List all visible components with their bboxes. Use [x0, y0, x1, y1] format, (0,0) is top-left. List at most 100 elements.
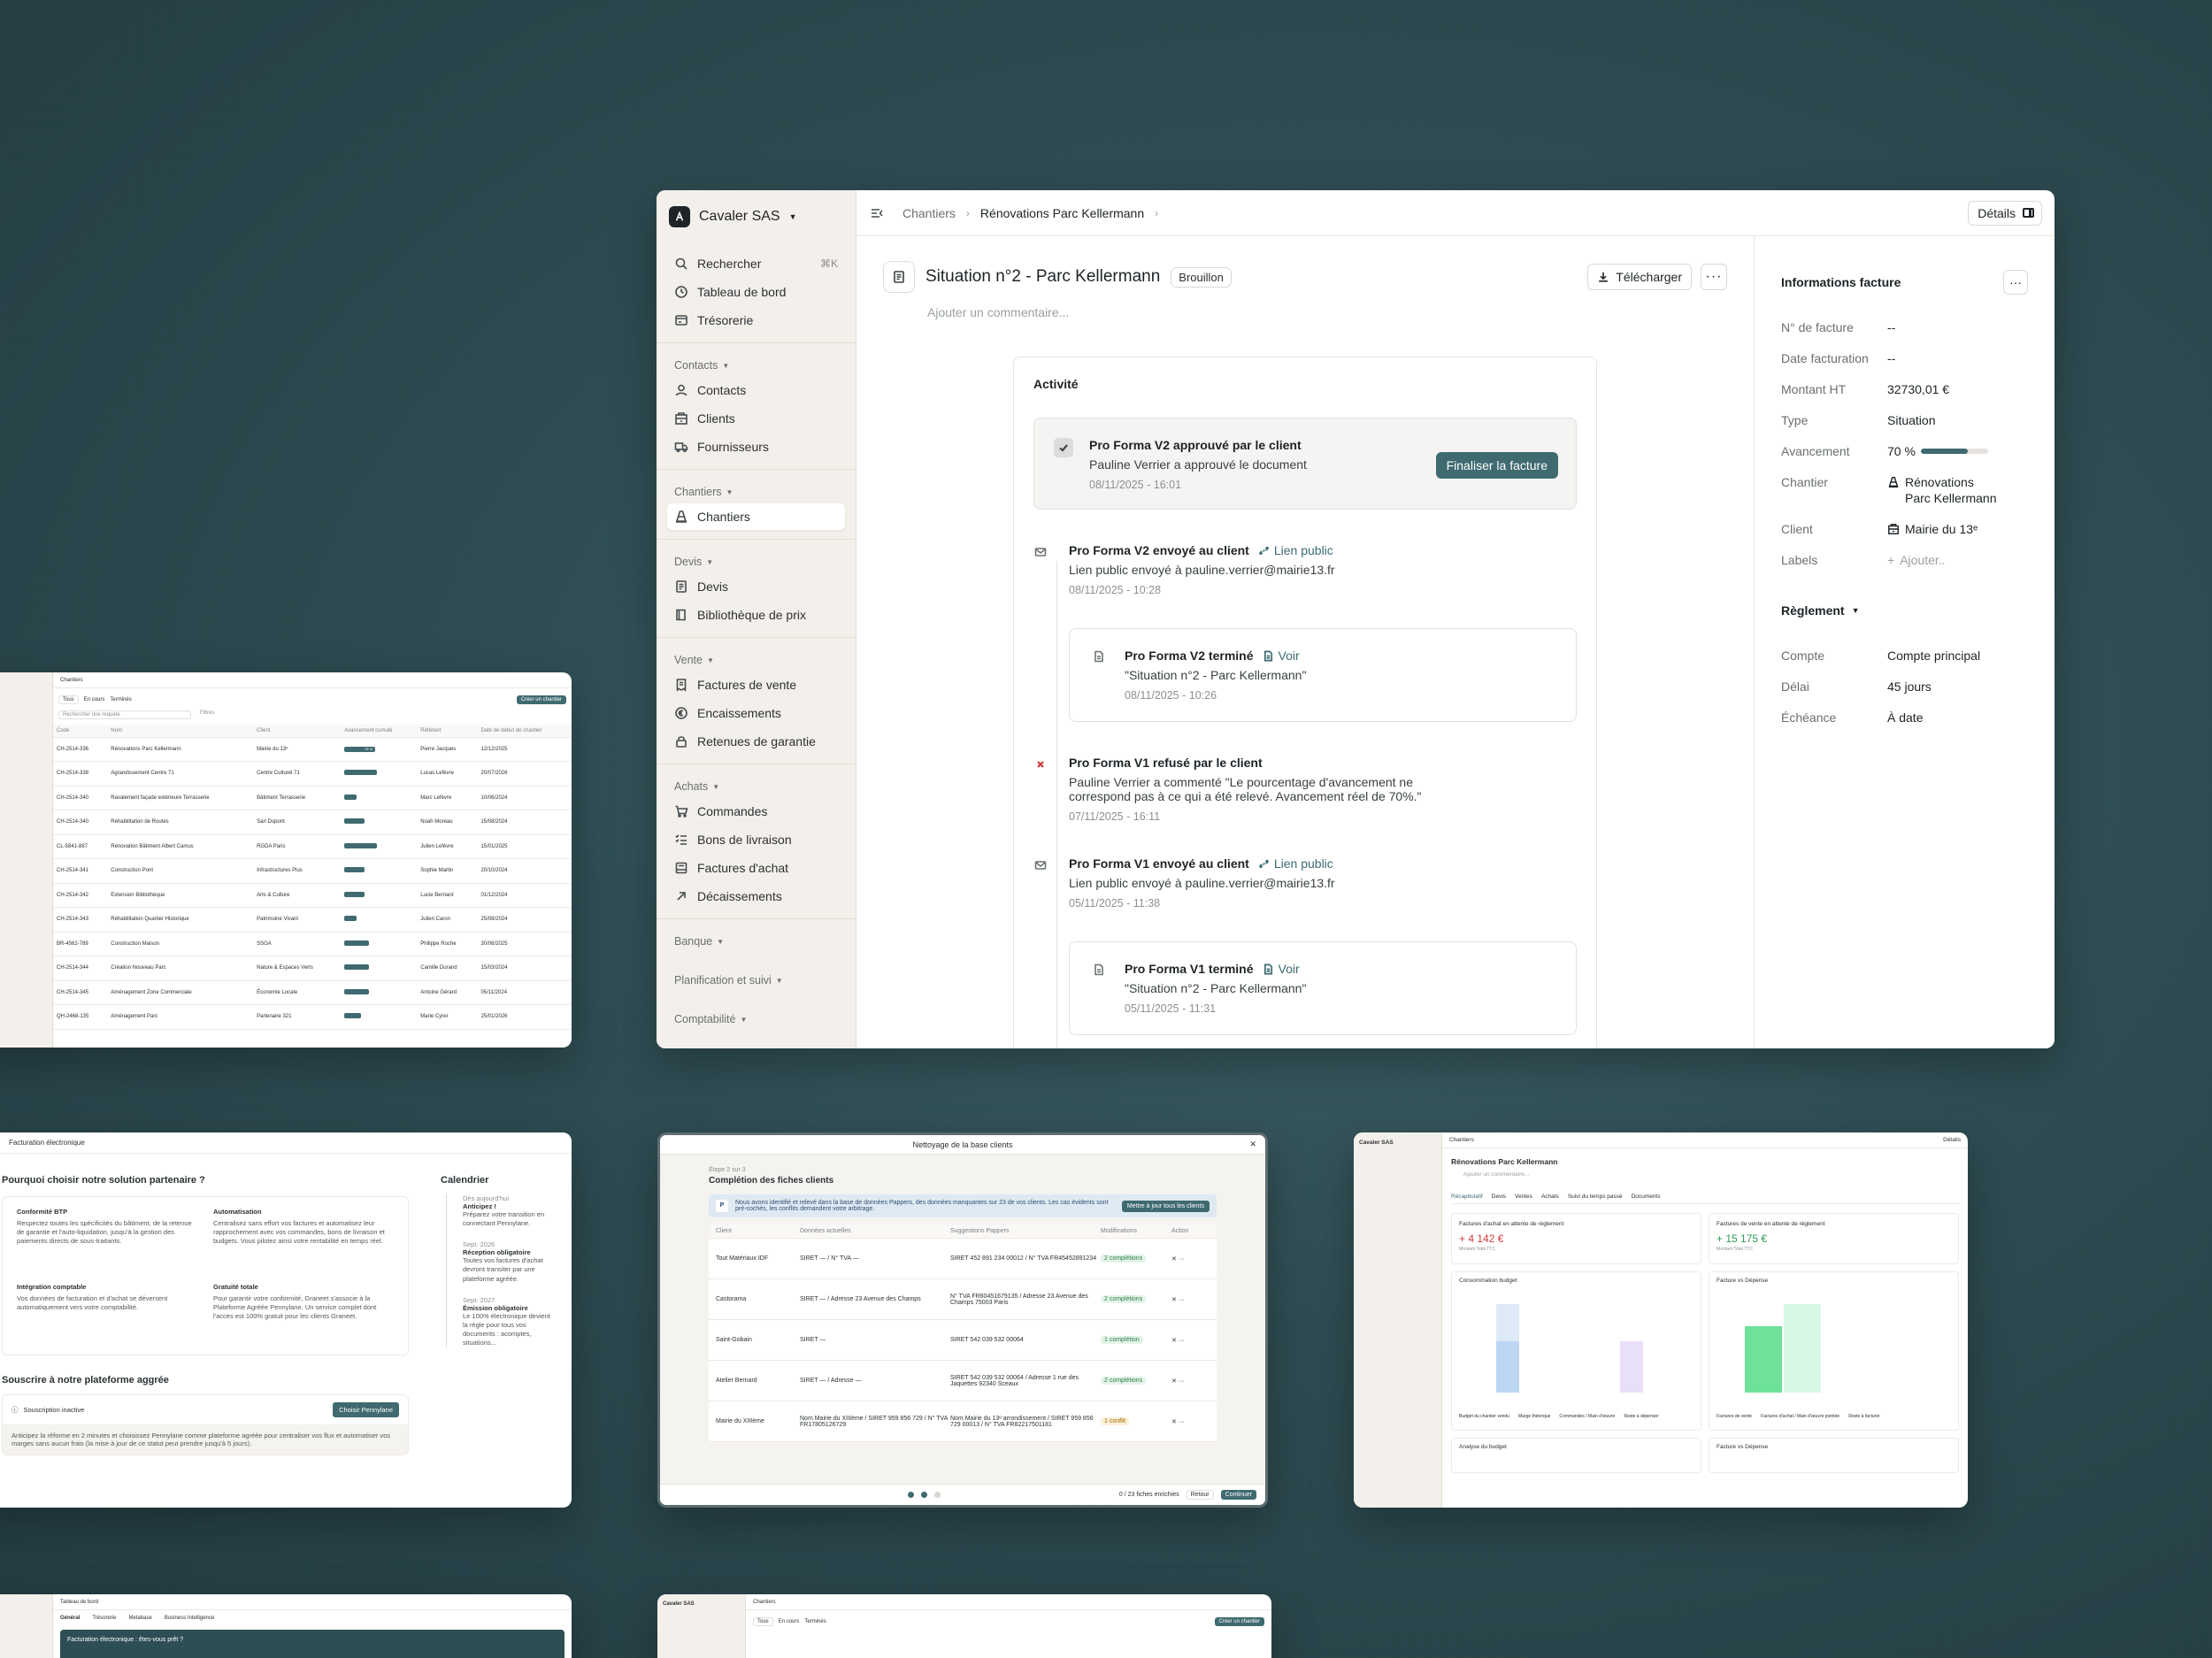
mini-sidebar — [0, 1594, 53, 1658]
info-row: Compte Compte principal — [1781, 649, 1981, 663]
progress-fill — [1920, 449, 1969, 454]
sidebar-item-disbursements[interactable]: Décaissements — [667, 883, 845, 910]
tab[interactable]: Suivi du temps passé — [1568, 1194, 1623, 1200]
table-cell: CH-2514-344 — [53, 956, 108, 981]
table-cell: CH-2514-340 — [53, 786, 108, 810]
add-label-button[interactable]: + Ajouter.. — [1887, 552, 1946, 568]
invoice-info-menu-button[interactable]: ··· — [2003, 270, 2028, 295]
column-header[interactable]: Référent — [417, 725, 478, 738]
tab[interactable]: Documents — [1632, 1194, 1661, 1200]
sidebar-item-chantiers[interactable]: Chantiers — [667, 503, 845, 530]
nav-group-chantiers[interactable]: Chantiers ▼ — [667, 480, 845, 503]
table-row[interactable]: CH-2514-345 Aménagement Zone Commerciale É… — [53, 980, 572, 1005]
activity-event-card: Pro Forma V1 terminé Voir "Situation n°2… — [1069, 941, 1577, 1035]
row-actions[interactable]: ✕ ··· — [1171, 1378, 1217, 1385]
table-row[interactable]: CH-2514-338 Agrandissement Centre 71 Centr… — [53, 761, 572, 787]
sidebar-item-receipts[interactable]: Encaissements — [667, 700, 845, 726]
table-row[interactable]: CH-2514-342 Extension Bibliothèque Arts & … — [53, 883, 572, 908]
sidebar-item-clients[interactable]: Clients — [667, 405, 845, 432]
tab[interactable]: Achats — [1541, 1194, 1559, 1200]
nav-group-planning[interactable]: Planification et suivi ▼ — [667, 969, 845, 992]
sidebar-item-sales-invoices[interactable]: Factures de vente — [667, 672, 845, 698]
sidebar-toggle-icon[interactable] — [869, 205, 885, 221]
table-row[interactable]: BR-4562-789 Construction Maison SSGA Philip… — [53, 932, 572, 956]
table-row[interactable]: CH-2514-341 Construction Pont Infrastructu… — [53, 858, 572, 884]
workspace-switcher[interactable]: Cavaler SAS ▼ — [669, 206, 845, 227]
details-button[interactable]: Détails — [1968, 200, 2042, 226]
row-actions[interactable]: ✕ ··· — [1171, 1255, 1217, 1263]
table-row[interactable]: Atelier Bernard SIRET — / Adresse — SIRET … — [709, 1361, 1217, 1401]
close-icon[interactable]: ✕ — [1249, 1140, 1256, 1149]
chantier-link[interactable]: Rénovations Parc Kellermann — [1887, 474, 2002, 506]
view-link[interactable]: Voir — [1263, 962, 1300, 976]
table-row[interactable]: Castorama SIRET — / Adresse 23 Avenue des… — [709, 1279, 1217, 1320]
activity-heading: Activité — [1033, 377, 1079, 391]
sidebar-item-delivery-notes[interactable]: Bons de livraison — [667, 826, 845, 853]
public-link[interactable]: Lien public — [1258, 543, 1333, 557]
column-header[interactable]: Nom — [107, 725, 254, 738]
tab[interactable]: Ventes — [1515, 1194, 1532, 1200]
table-row[interactable]: CH-2514-340 Réhabilitation de Routes Sarl … — [53, 810, 572, 835]
back-button[interactable]: Retour — [1186, 1490, 1214, 1500]
row-actions[interactable]: ✕ ··· — [1171, 1418, 1217, 1425]
create-chantier-button[interactable]: Créer un chantier — [516, 695, 566, 704]
comment-input[interactable]: Ajouter un commentaire... — [927, 305, 1727, 319]
sidebar-item-search[interactable]: Rechercher ⌘K — [667, 250, 845, 277]
progress-bar — [1920, 449, 1988, 454]
table-row[interactable]: CH-2514-336 Rénovations Parc Kellermann Ma… — [53, 737, 572, 762]
column-header[interactable]: Avancement cumulé — [341, 725, 418, 738]
sidebar-item-purchase-invoices[interactable]: Factures d'achat — [667, 855, 845, 881]
choose-pennylane-button[interactable]: Choisir Pennylane — [333, 1402, 399, 1417]
column-header[interactable]: Code — [53, 725, 108, 738]
sidebar-item-suppliers[interactable]: Fournisseurs — [667, 434, 845, 460]
finalize-invoice-button[interactable]: Finaliser la facture — [1435, 452, 1558, 479]
sidebar-item-treasury[interactable]: Trésorerie — [667, 307, 845, 334]
table-row[interactable]: Mairie du XIIIème Nom Mairie du XIIIème /… — [709, 1401, 1217, 1442]
thumbnail-project-dashboard: Cavaler SAS Chantiers Détails Rénovations… — [1354, 1132, 1968, 1508]
sidebar-item-dashboard[interactable]: Tableau de bord — [667, 279, 845, 305]
table-row[interactable]: CH-2514-343 Réhabilitation Quartier Histo… — [53, 907, 572, 933]
nav-group-vente[interactable]: Vente ▼ — [667, 649, 845, 672]
filters-button[interactable]: Filtres — [200, 710, 214, 719]
tab[interactable]: Récapitulatif — [1451, 1194, 1483, 1200]
table-cell: BR-4562-789 — [53, 932, 108, 956]
brand-logo-icon — [669, 206, 690, 227]
update-all-clients-button[interactable]: Mettre à jour tous les clients — [1121, 1200, 1210, 1212]
table-row[interactable]: QH-2468-135 Aménagement Parc Partenaire 32… — [53, 1004, 572, 1030]
nav-group-accounting[interactable]: Comptabilité ▼ — [667, 1008, 845, 1031]
table-row[interactable]: CH-2514-340 Ravalement façade extérieure … — [53, 786, 572, 810]
table-row[interactable]: CL-5841-887 Rénovation Bâtiment Albert Ca… — [53, 834, 572, 859]
breadcrumb-current[interactable]: Rénovations Parc Kellermann — [980, 206, 1144, 220]
column-header[interactable]: Client — [253, 725, 342, 738]
sidebar-item-orders[interactable]: Commandes — [667, 798, 845, 825]
public-link[interactable]: Lien public — [1258, 856, 1333, 871]
sidebar-item-price-library[interactable]: Bibliothèque de prix — [667, 602, 845, 628]
row-actions[interactable]: ✕ ··· — [1171, 1337, 1217, 1344]
nav-group-devis[interactable]: Devis ▼ — [667, 550, 845, 573]
nav-group-banque[interactable]: Banque ▼ — [667, 930, 845, 953]
more-options-button[interactable]: ··· — [1701, 264, 1727, 290]
table-row[interactable]: Tout Matériaux IDF SIRET — / N° TVA — SIRE… — [709, 1239, 1217, 1279]
settlement-toggle[interactable]: Règlement ▼ — [1781, 603, 2028, 618]
breadcrumb-parent[interactable]: Chantiers — [902, 206, 956, 220]
sidebar-item-devis[interactable]: Devis — [667, 573, 845, 600]
view-link[interactable]: Voir — [1263, 649, 1300, 663]
table-row[interactable]: CH-2514-344 Création Nouveau Parc Nature &… — [53, 956, 572, 981]
tab[interactable]: Devis — [1492, 1194, 1506, 1200]
download-button[interactable]: Télécharger — [1587, 264, 1692, 290]
row-actions[interactable]: ✕ ··· — [1171, 1296, 1217, 1303]
table-cell: 20/10/2024 — [477, 858, 572, 884]
column-header[interactable]: Date de début de chantier — [477, 725, 572, 738]
content-area: Chantiers › Rénovations Parc Kellermann … — [856, 190, 2055, 1048]
nav-group-contacts[interactable]: Contacts ▼ — [667, 354, 845, 377]
search-input[interactable]: Rechercher une requete — [58, 710, 191, 719]
progress-bar — [344, 964, 369, 971]
nav-group-achats[interactable]: Achats ▼ — [667, 775, 845, 798]
file-icon — [1263, 963, 1272, 974]
continue-button[interactable]: Continuer — [1220, 1490, 1256, 1500]
sidebar-item-contacts[interactable]: Contacts — [667, 377, 845, 403]
table-cell: Pierre Jacques — [417, 737, 478, 762]
sidebar-item-retentions[interactable]: Retenues de garantie — [667, 728, 845, 755]
table-row[interactable]: Saint-Gobain SIRET — SIRET 542 039 532 000… — [709, 1320, 1217, 1361]
client-link[interactable]: Mairie du 13ᵉ — [1887, 521, 1978, 537]
